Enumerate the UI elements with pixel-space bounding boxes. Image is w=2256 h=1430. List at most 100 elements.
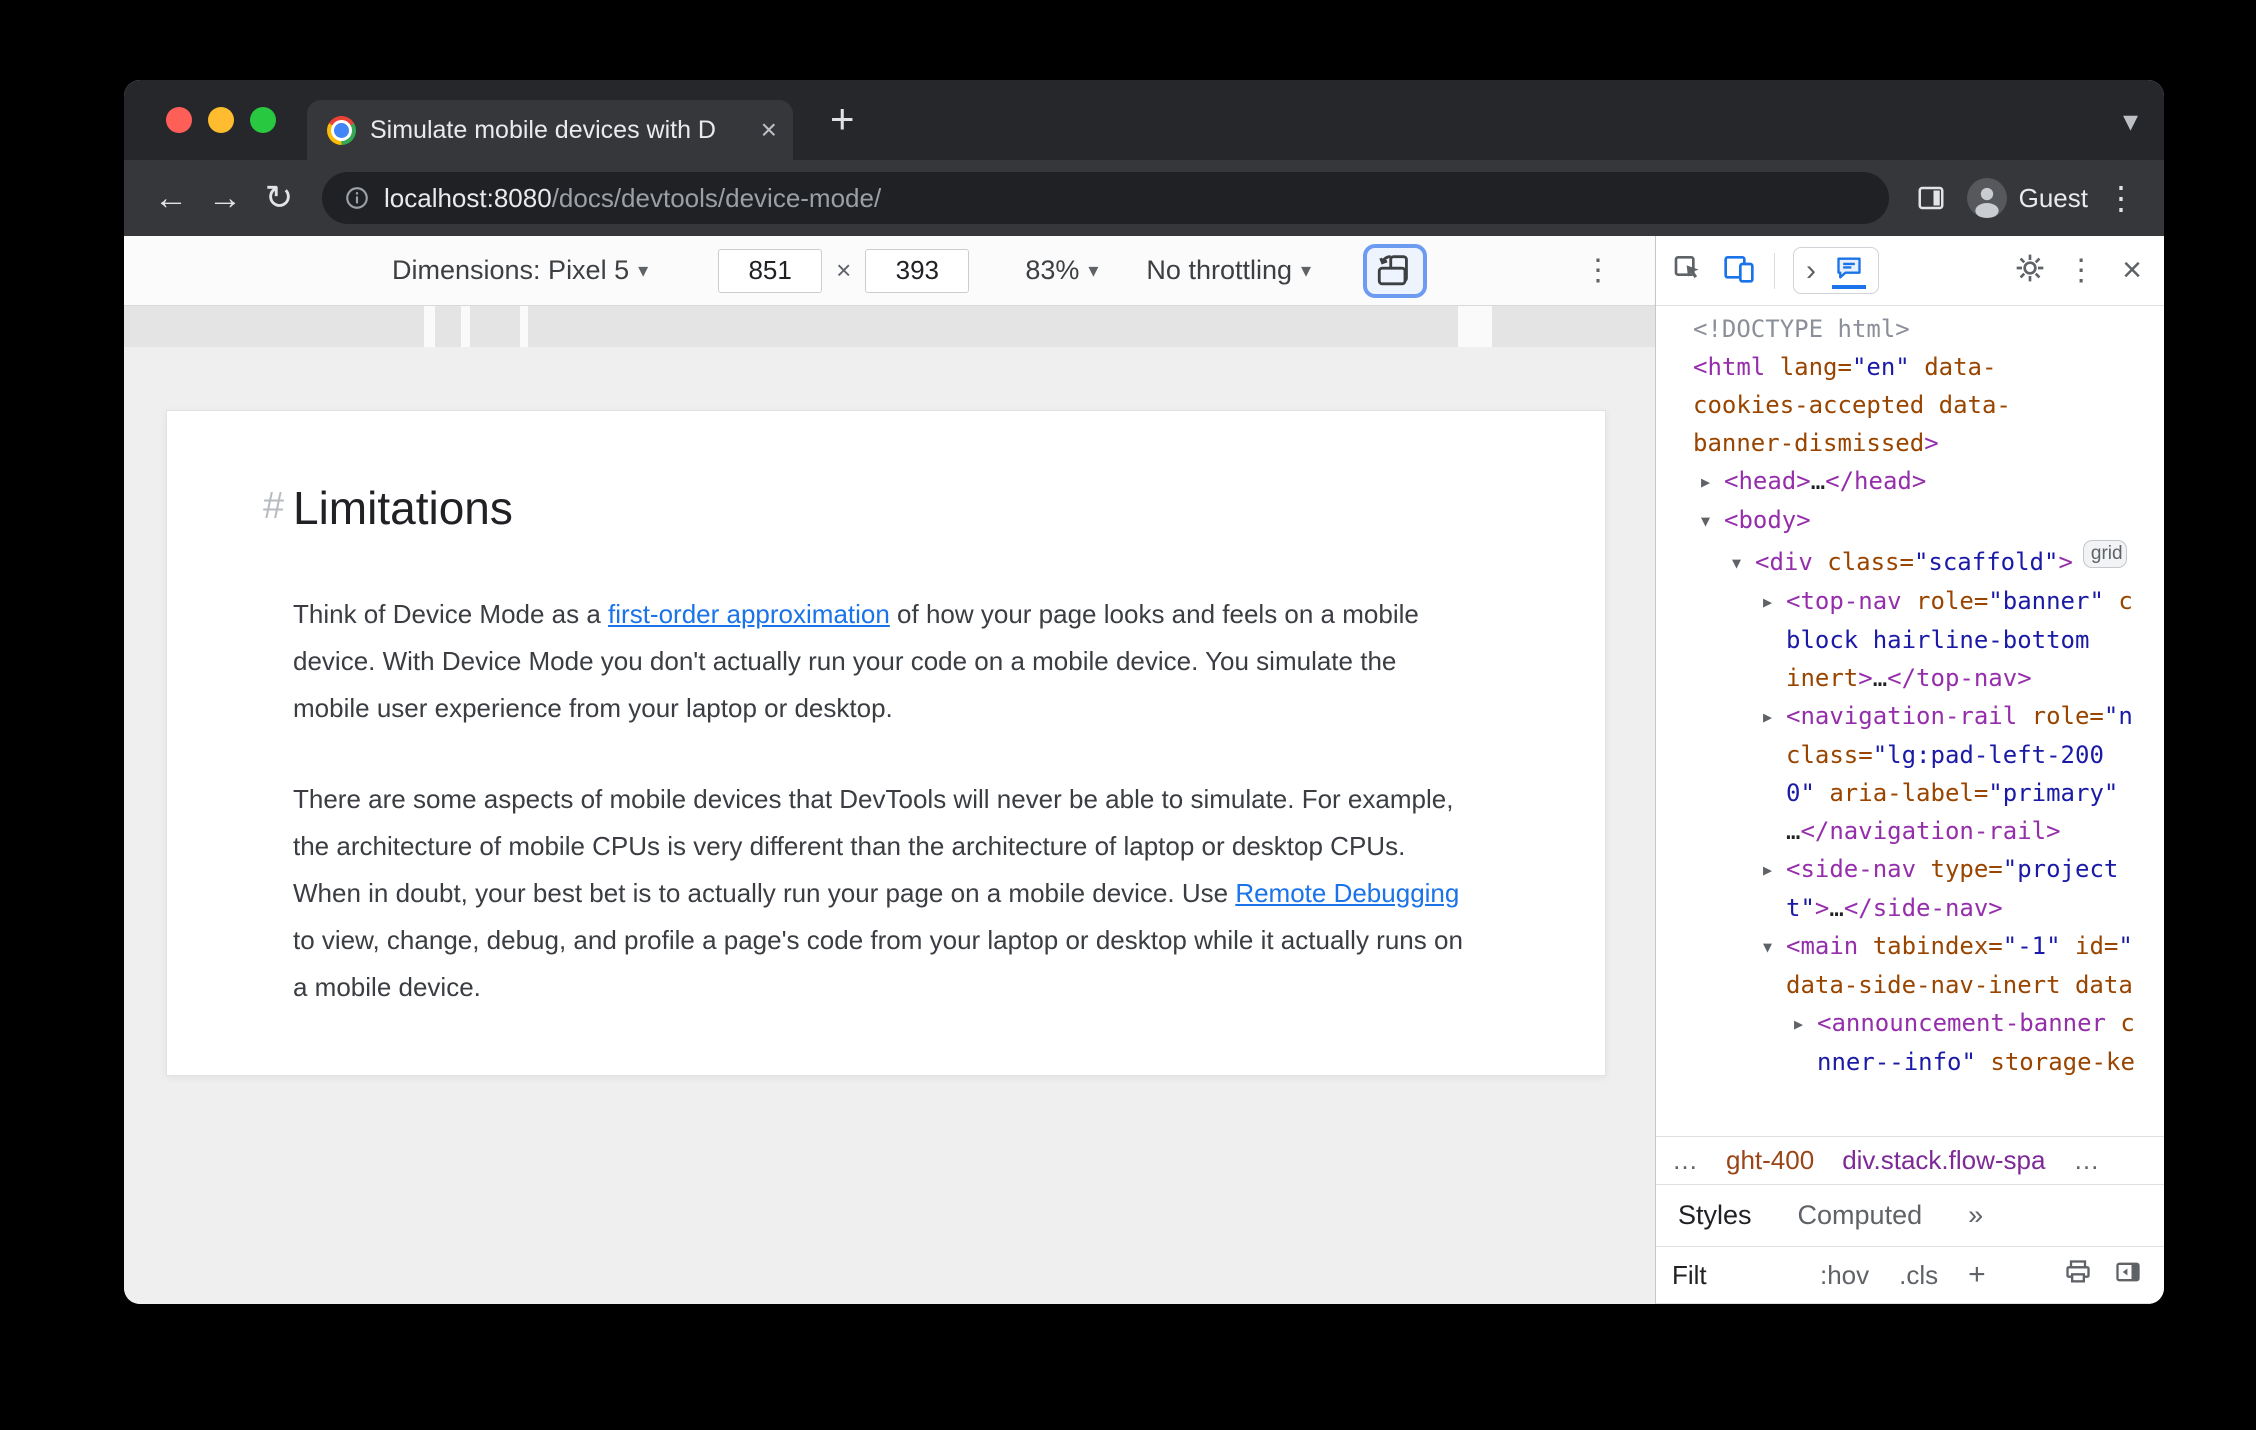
tab-close-icon[interactable]: × <box>761 116 777 144</box>
dom-token: … <box>1786 817 1801 845</box>
expand-arrow-icon[interactable]: ▶ <box>1763 851 1786 889</box>
back-button[interactable]: ← <box>144 179 198 218</box>
remote-debugging-link[interactable]: Remote Debugging <box>1235 878 1459 908</box>
address-bar[interactable]: localhost:8080/docs/devtools/device-mode… <box>322 172 1889 224</box>
more-panels-chevron-icon[interactable]: › <box>1806 254 1816 288</box>
more-tabs-icon[interactable]: » <box>1968 1200 1983 1231</box>
side-panel-button[interactable] <box>1905 183 1957 213</box>
dom-tree-line[interactable]: t">…</side-nav> <box>1656 889 2164 927</box>
dom-tree-line[interactable]: ▼ <div class="scaffold"> grid <box>1656 540 2164 582</box>
browser-tab[interactable]: Simulate mobile devices with D × <box>307 100 793 160</box>
profile-button[interactable]: Guest <box>1957 178 2098 218</box>
dom-token: block hairline-bottom <box>1786 626 2090 654</box>
device-dimensions-dropdown[interactable]: Dimensions: Pixel 5 ▾ <box>392 255 648 286</box>
dom-token: role= <box>1901 587 1989 615</box>
expand-arrow-icon[interactable]: ▶ <box>1794 1005 1817 1043</box>
expand-arrow-icon[interactable]: ▶ <box>1763 698 1786 736</box>
reload-button[interactable]: ↻ <box>252 178 306 218</box>
dom-token: <main <box>1786 932 1859 960</box>
dom-tree-line[interactable]: cookies-accepted data- <box>1656 386 2164 424</box>
dom-token: <body> <box>1724 506 1811 534</box>
collapse-arrow-icon[interactable]: ▼ <box>1763 928 1786 966</box>
dom-tree-line[interactable]: ▼ <main tabindex="-1" id=" <box>1656 927 2164 966</box>
ruler-segment <box>528 306 1458 347</box>
fullscreen-window-button[interactable] <box>250 107 276 133</box>
tab-computed[interactable]: Computed <box>1798 1200 1923 1231</box>
browser-window: Simulate mobile devices with D × + ▾ ← →… <box>124 80 2164 1304</box>
dom-tree-line[interactable]: ▶ <head>…</head> <box>1656 462 2164 501</box>
dom-token: … <box>1872 664 1888 692</box>
dom-token: <side-nav <box>1786 855 1917 883</box>
dom-tree-line[interactable]: block hairline-bottom <box>1656 621 2164 659</box>
viewport-height-input[interactable] <box>865 248 970 293</box>
dom-tree-line[interactable]: data-side-nav-inert data <box>1656 966 2164 1004</box>
collapse-arrow-icon[interactable]: ▼ <box>1701 502 1724 540</box>
dom-tree-line[interactable]: <!DOCTYPE html> <box>1656 310 2164 348</box>
forward-button[interactable]: → <box>198 179 252 218</box>
toggle-computed-sidebar-button[interactable] <box>2114 1258 2142 1293</box>
expand-arrow-icon[interactable]: ▶ <box>1763 583 1786 621</box>
dom-token: c <box>2103 587 2133 615</box>
dom-token: class= <box>1812 548 1914 576</box>
zoom-value: 83% <box>1025 255 1080 285</box>
dom-tree-line[interactable]: banner-dismissed> <box>1656 424 2164 462</box>
dom-tree-line[interactable]: inert>…</top-nav> <box>1656 659 2164 697</box>
breadcrumb-item[interactable]: ght-400 <box>1726 1145 1814 1176</box>
breadcrumb-overflow-right[interactable]: … <box>2073 1145 2099 1176</box>
tab-styles[interactable]: Styles <box>1678 1200 1752 1231</box>
viewport-width-input[interactable] <box>718 248 823 293</box>
throttling-dropdown[interactable]: No throttling ▾ <box>1146 255 1311 286</box>
breadcrumb-overflow-left[interactable]: … <box>1672 1145 1698 1176</box>
dom-token: "lg:pad-left-200 <box>1872 741 2104 769</box>
device-mode-menu-button[interactable]: ⋮ <box>1583 253 1613 288</box>
dom-token: inert <box>1786 664 1859 692</box>
dom-tree-line[interactable]: ▶ <announcement-banner c <box>1656 1004 2164 1043</box>
tab-title: Simulate mobile devices with D <box>370 115 716 144</box>
tab-search-chevron-icon[interactable]: ▾ <box>2123 104 2138 139</box>
rotate-viewport-button[interactable] <box>1363 243 1428 298</box>
new-tab-button[interactable]: + <box>830 98 855 140</box>
collapse-arrow-icon[interactable]: ▼ <box>1732 544 1755 582</box>
devtools-panel: › ⋮ × <!DOCTYPE html> <html lang="en" da… <box>1655 236 2164 1304</box>
inspect-element-button[interactable] <box>1672 252 1704 289</box>
devtools-close-button[interactable]: × <box>2116 251 2148 290</box>
paragraph-text: to view, change, debug, and profile a pa… <box>293 925 1463 1002</box>
dom-tree-line[interactable]: …</navigation-rail> <box>1656 812 2164 850</box>
dom-tree-line[interactable]: ▼ <body> <box>1656 501 2164 540</box>
heading-anchor-hash[interactable]: # <box>263 485 284 528</box>
desktop: { "glyphs": { "back": "←", "forward": "→… <box>0 0 2256 1430</box>
first-order-approximation-link[interactable]: first-order approximation <box>608 599 890 629</box>
dom-tree-line[interactable]: ▶ <top-nav role="banner" c <box>1656 582 2164 621</box>
console-drawer-tab[interactable] <box>1832 252 1866 289</box>
main-area: Dimensions: Pixel 5 ▾ × 83% ▾ No throttl… <box>124 236 2164 1304</box>
grid-badge[interactable]: grid <box>2082 540 2127 568</box>
toggle-classes-button[interactable]: .cls <box>1899 1260 1938 1291</box>
dom-token: > <box>2058 548 2073 576</box>
dom-token: id= <box>2060 932 2119 960</box>
page-column: Dimensions: Pixel 5 ▾ × 83% ▾ No throttl… <box>124 236 1655 1304</box>
toggle-device-toolbar-button[interactable] <box>1722 252 1756 289</box>
new-style-rule-button[interactable]: + <box>1968 1258 1986 1292</box>
device-dimensions-label: Dimensions: Pixel 5 <box>392 255 630 285</box>
minimize-window-button[interactable] <box>208 107 234 133</box>
site-info-icon[interactable] <box>342 185 372 211</box>
toggle-element-state-button[interactable]: :hov <box>1820 1260 1869 1291</box>
expand-arrow-icon[interactable]: ▶ <box>1701 463 1724 501</box>
dom-tree-line[interactable]: ▶ <navigation-rail role="n <box>1656 697 2164 736</box>
print-emulation-button[interactable] <box>2064 1258 2092 1293</box>
breadcrumb-item[interactable]: div.stack.flow-spa <box>1842 1145 2045 1176</box>
styles-filter-input[interactable] <box>1670 1256 1790 1294</box>
dom-token: "n <box>2103 702 2133 730</box>
devtools-settings-button[interactable] <box>2014 252 2046 289</box>
close-window-button[interactable] <box>166 107 192 133</box>
dom-tree-line[interactable]: 0" aria-label="primary" <box>1656 774 2164 812</box>
dom-token: "banner" <box>1988 587 2104 615</box>
avatar <box>1966 178 2007 218</box>
dom-tree-line[interactable]: ▶ <side-nav type="project <box>1656 850 2164 889</box>
browser-menu-button[interactable]: ⋮ <box>2098 179 2144 217</box>
dom-tree-line[interactable]: class="lg:pad-left-200 <box>1656 736 2164 774</box>
zoom-dropdown[interactable]: 83% ▾ <box>1025 255 1098 286</box>
devtools-menu-button[interactable]: ⋮ <box>2062 253 2100 288</box>
dom-tree-line[interactable]: <html lang="en" data- <box>1656 348 2164 386</box>
dom-tree-line[interactable]: nner--info" storage-ke <box>1656 1043 2164 1081</box>
